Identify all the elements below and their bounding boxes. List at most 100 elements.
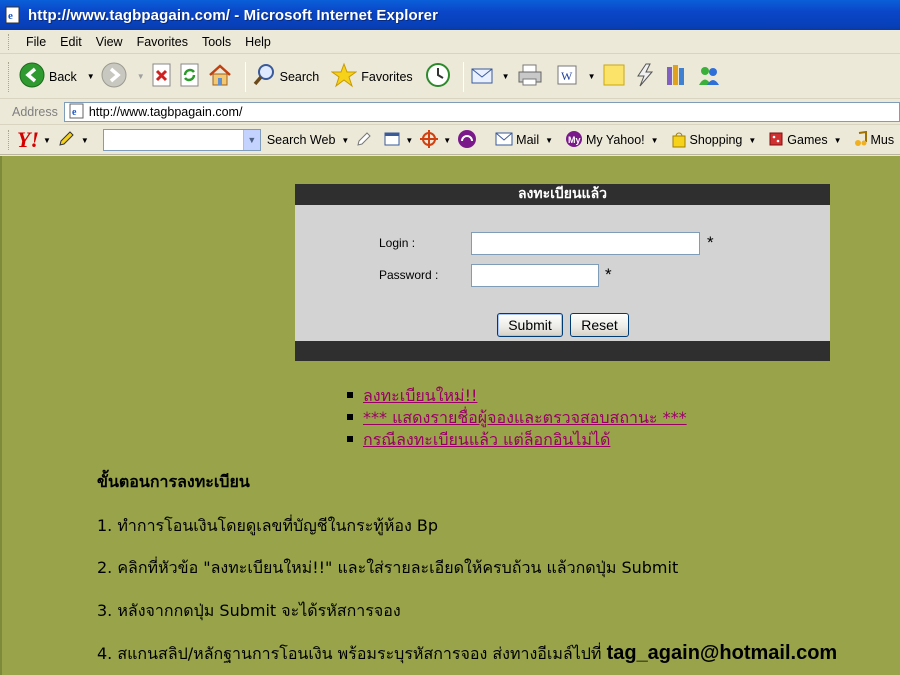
step-1: 1. ทำการโอนเงินโดยดูเลขที่บัญชีในกระทู้ห… [97, 516, 439, 535]
my-yahoo-icon: My [565, 130, 583, 151]
step-4: 4. สแกนสลิป/หลักฐานการโอนเงิน พร้อมระบุร… [97, 642, 837, 667]
yahoo-logo[interactable]: Y! [17, 127, 39, 153]
window-icon[interactable] [383, 130, 401, 151]
toolbar-separator [244, 61, 246, 92]
yahoo-search-input[interactable]: ▼ [102, 129, 261, 151]
back-button[interactable]: Back [19, 62, 77, 91]
login-problem-link[interactable]: กรณีลงทะเบียนแล้ว แต่ล็อกอินไม่ได้ [363, 428, 610, 453]
refresh-icon [179, 63, 201, 90]
edit-button[interactable]: W [556, 64, 578, 89]
music-label: Mus [870, 133, 895, 147]
mail-link[interactable]: Mail [493, 132, 541, 149]
password-required-mark: * [605, 265, 612, 284]
print-button[interactable] [516, 63, 544, 90]
bullet [347, 414, 353, 420]
highlight-pencil-icon[interactable] [355, 130, 373, 151]
pencil-icon[interactable] [57, 130, 77, 151]
menu-bar: File Edit View Favorites Tools Help [0, 30, 900, 54]
list-item: *** แสดงรายชื่อผู้จองและตรวจสอบสถานะ *** [347, 406, 687, 428]
page-globe-icon: e [69, 103, 85, 122]
my-yahoo-link[interactable]: My My Yahoo! [563, 130, 647, 151]
shopping-link[interactable]: Shopping [669, 130, 745, 151]
my-yahoo-label: My Yahoo! [586, 133, 645, 147]
messenger-button[interactable] [696, 63, 722, 90]
favorites-button[interactable]: Favorites [330, 62, 413, 91]
mail-envelope-icon [470, 63, 496, 90]
search-web-dropdown-icon[interactable]: ▼ [341, 136, 349, 145]
back-dropdown-icon[interactable]: ▼ [87, 72, 95, 81]
discuss-button[interactable] [602, 63, 626, 90]
forward-button[interactable] [101, 62, 127, 91]
my-yahoo-dropdown-icon[interactable]: ▼ [651, 136, 659, 145]
favorites-label: Favorites [361, 69, 413, 84]
search-web-button[interactable]: Search Web [265, 133, 338, 147]
mail-link-dropdown-icon[interactable]: ▼ [545, 136, 553, 145]
submit-button[interactable]: Submit [497, 313, 563, 337]
forward-dropdown-icon[interactable]: ▼ [137, 72, 145, 81]
mail-label: Mail [516, 133, 540, 147]
headphones-icon[interactable] [457, 129, 477, 152]
menu-file[interactable]: File [19, 35, 53, 49]
research-button[interactable] [632, 63, 658, 90]
address-input[interactable]: e http://www.tagbpagain.com/ [63, 102, 900, 122]
toolbar-separator [462, 61, 464, 92]
window-dropdown-icon[interactable]: ▼ [405, 136, 413, 145]
reset-button[interactable]: Reset [570, 313, 629, 337]
forward-arrow-icon [101, 62, 127, 91]
bullet [347, 392, 353, 398]
msn-button[interactable] [664, 63, 690, 90]
menu-view[interactable]: View [89, 35, 130, 49]
step-4-text: 4. สแกนสลิป/หลักฐานการโอนเงิน พร้อมระบุร… [97, 644, 607, 663]
address-bar: Address e http://www.tagbpagain.com/ [0, 100, 900, 125]
lightning-icon [632, 63, 658, 90]
password-input[interactable] [471, 264, 599, 287]
menu-help[interactable]: Help [238, 35, 278, 49]
envelope-icon [495, 132, 513, 149]
yahoo-dropdown-icon[interactable]: ▼ [43, 136, 51, 145]
standard-toolbar: Back ▼ ▼ Search Favorites ▼ W ▼ [0, 55, 900, 99]
note-icon [602, 63, 626, 90]
mail-button[interactable] [470, 63, 496, 90]
toolbar-grip [8, 61, 11, 92]
stop-button[interactable] [151, 63, 173, 90]
back-arrow-icon [19, 62, 45, 91]
search-button[interactable]: Search [252, 63, 319, 90]
yahoo-toolbar: Y! ▼ ▼ ▼ Search Web ▼ ▼ ▼ Mail ▼ My My Y… [0, 126, 900, 155]
games-link[interactable]: Games [766, 131, 829, 150]
menu-edit[interactable]: Edit [53, 35, 89, 49]
history-button[interactable] [425, 62, 451, 91]
games-dropdown-icon[interactable]: ▼ [834, 136, 842, 145]
chevron-down-icon[interactable]: ▼ [242, 130, 260, 150]
steps-title: ขั้นตอนการลงทะเบียน [97, 472, 250, 491]
messenger-people-icon [696, 63, 722, 90]
music-link[interactable]: Mus [852, 130, 897, 150]
mail-dropdown-icon[interactable]: ▼ [502, 72, 510, 81]
window-titlebar: e http://www.tagbpagain.com/ - Microsoft… [0, 0, 900, 30]
edit-dropdown-icon[interactable]: ▼ [588, 72, 596, 81]
crosshair-icon[interactable] [419, 129, 439, 152]
crosshair-dropdown-icon[interactable]: ▼ [443, 136, 451, 145]
login-label: Login : [379, 236, 416, 250]
step-2: 2. คลิกที่หัวข้อ "ลงทะเบียนใหม่!!" และใส… [97, 558, 679, 577]
word-edit-icon: W [556, 64, 578, 89]
favorites-star-icon [330, 62, 358, 91]
list-item: ลงทะเบียนใหม่!! [347, 384, 687, 406]
back-label: Back [49, 69, 77, 84]
menu-tools[interactable]: Tools [195, 35, 238, 49]
search-magnifier-icon [252, 63, 276, 90]
svg-text:My: My [568, 135, 581, 145]
bullet [347, 436, 353, 442]
login-input[interactable] [471, 232, 700, 255]
home-button[interactable] [207, 63, 233, 90]
contact-email: tag_again@hotmail.com [606, 642, 838, 664]
shopping-dropdown-icon[interactable]: ▼ [748, 136, 756, 145]
svg-text:e: e [8, 10, 13, 22]
pencil-dropdown-icon[interactable]: ▼ [81, 136, 89, 145]
list-item: กรณีลงทะเบียนแล้ว แต่ล็อกอินไม่ได้ [347, 428, 687, 450]
refresh-button[interactable] [179, 63, 201, 90]
books-icon [664, 63, 690, 90]
menu-favorites[interactable]: Favorites [130, 35, 195, 49]
links-list: ลงทะเบียนใหม่!! *** แสดงรายชื่อผู้จองและ… [347, 384, 687, 450]
password-label: Password : [379, 268, 439, 282]
page-content: ลงทะเบียนแล้ว Login : * Password : * Sub… [0, 156, 900, 675]
